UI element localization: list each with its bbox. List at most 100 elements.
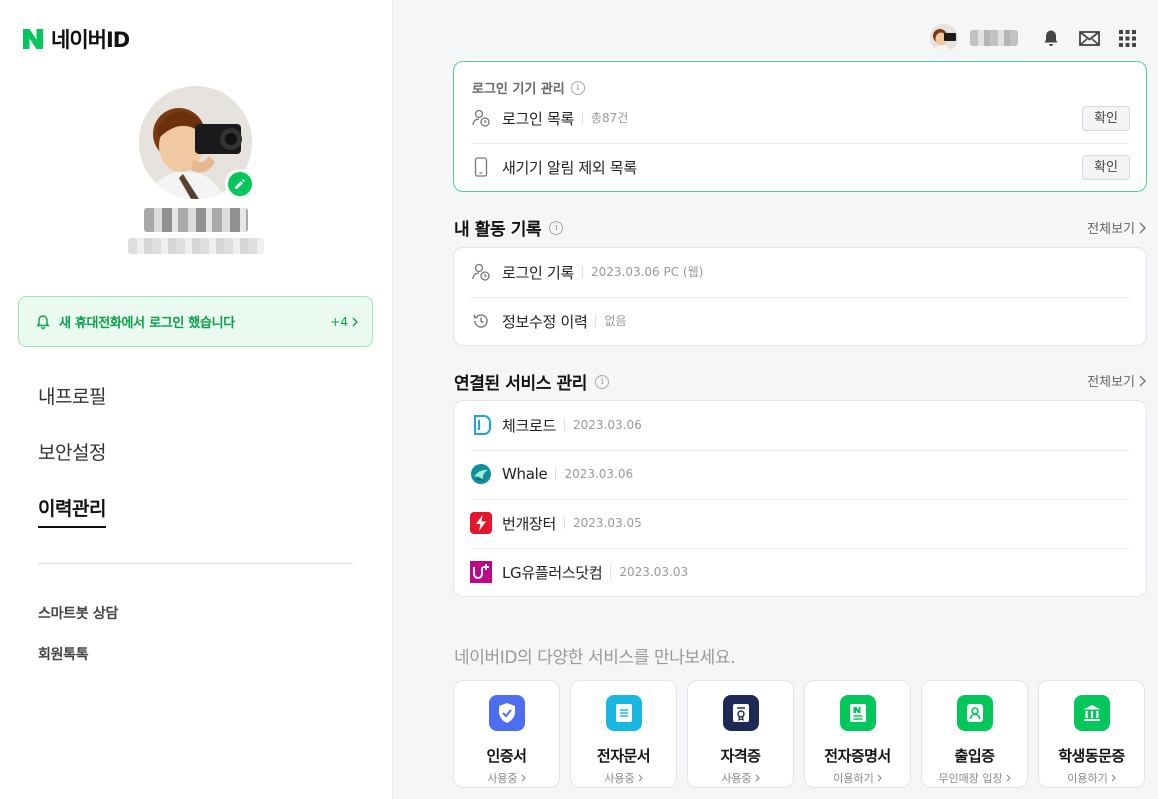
shield-check-icon <box>488 695 525 731</box>
school-building-icon <box>1073 695 1110 731</box>
tile-name: 전자증명서 <box>824 747 891 765</box>
user-history-icon <box>470 261 492 283</box>
whale-logo <box>470 463 492 485</box>
tile-alumni-card[interactable]: 학생동문증 이용하기 <box>1038 680 1145 788</box>
activity-section-title: 내 활동 기록 i <box>454 215 564 240</box>
tile-sub-text: 사용중 <box>604 772 635 785</box>
user-avatar[interactable] <box>930 24 958 52</box>
services-section-title: 연결된 서비스 관리 i <box>454 369 609 394</box>
view-all-label: 전체보기 <box>1087 375 1135 390</box>
notice-count-value: +4 <box>330 314 348 329</box>
service-row-whale[interactable]: Whale 2023.03.06 <box>470 450 1130 498</box>
nav-item-label: 이력관리 <box>38 496 106 528</box>
login-history-row[interactable]: 로그인 기록 2023.03.06 PC (웹) <box>470 248 1130 296</box>
document-icon <box>605 695 642 731</box>
tile-name: 학생동문증 <box>1058 747 1125 765</box>
blurred-username <box>144 208 248 232</box>
service-tiles: 인증서 사용중 전자문서 사용중 자격증 사용중 전자증명서 이용하기 출입증 … <box>453 680 1145 788</box>
service-row-checkroad[interactable]: 체크로드 2023.03.06 <box>470 401 1130 449</box>
sub-nav-talktalk[interactable]: 회원톡톡 <box>38 644 118 685</box>
bell-outline-icon <box>35 314 51 330</box>
chevron-right-icon <box>638 774 643 782</box>
tile-sub-text: 사용중 <box>487 772 518 785</box>
row-label: 로그인 기록 <box>502 263 574 282</box>
chevron-right-icon <box>877 774 882 782</box>
service-row-lguplus[interactable]: LG유플러스닷컴 2023.03.03 <box>470 548 1130 596</box>
chevron-right-icon <box>1111 774 1116 782</box>
phone-icon <box>470 156 492 178</box>
nav-item-my-profile[interactable]: 내프로필 <box>38 381 354 437</box>
login-list-row[interactable]: 로그인 목록 총87건 확인 <box>470 94 1130 142</box>
nav-divider <box>38 563 353 564</box>
pencil-icon <box>235 179 245 189</box>
sidebar: 네이버ID 새 휴대전화에서 로그인 했습니다 +4 내프로필 보안설정 이력관… <box>0 0 393 799</box>
confirm-button[interactable]: 확인 <box>1082 154 1130 180</box>
sub-nav-smartbot[interactable]: 스마트봇 상담 <box>38 603 118 644</box>
notice-text: 새 휴대전화에서 로그인 했습니다 <box>59 316 235 331</box>
tile-e-document[interactable]: 전자문서 사용중 <box>570 680 677 788</box>
services-view-all-link[interactable]: 전체보기 <box>1087 371 1146 390</box>
row-date: 2023.03.05 <box>564 517 642 529</box>
mail-icon[interactable] <box>1076 25 1102 51</box>
service-row-bunjang[interactable]: 번개장터 2023.03.05 <box>470 499 1130 547</box>
profile-avatar[interactable] <box>139 86 255 199</box>
new-device-exclusion-row[interactable]: 새기기 알림 제외 목록 확인 <box>470 143 1130 191</box>
tile-sub: 사용중 <box>721 770 760 786</box>
tile-name: 자격증 <box>720 747 761 765</box>
activity-view-all-link[interactable]: 전체보기 <box>1087 218 1146 237</box>
row-label: 로그인 목록 <box>502 109 574 128</box>
notice-count: +4 <box>330 315 358 329</box>
id-badge-icon <box>956 695 993 731</box>
info-icon[interactable]: i <box>594 374 609 389</box>
tile-sub: 이용하기 <box>1067 770 1116 786</box>
top-bar <box>930 24 1140 52</box>
services-promo-text: 네이버ID의 다양한 서비스를 만나보세요. <box>454 648 736 668</box>
info-icon[interactable]: i <box>570 80 585 95</box>
tile-sub: 이용하기 <box>833 770 882 786</box>
tile-sub-text: 이용하기 <box>833 772 874 785</box>
services-card: 체크로드 2023.03.06 Whale 2023.03.06 번개장터 20… <box>453 400 1147 597</box>
nav-item-history[interactable]: 이력관리 <box>38 493 354 549</box>
naver-document-icon <box>839 695 876 731</box>
row-label: 정보수정 이력 <box>502 312 588 331</box>
grid-menu-icon[interactable] <box>1114 25 1140 51</box>
tile-license[interactable]: 자격증 사용중 <box>687 680 794 788</box>
chevron-right-icon <box>1139 375 1146 386</box>
sub-nav: 스마트봇 상담 회원톡톡 <box>38 603 118 685</box>
row-label: 새기기 알림 제외 목록 <box>502 158 637 177</box>
tile-sub: 사용중 <box>604 770 643 786</box>
bunjang-logo <box>470 512 492 534</box>
row-label: 체크로드 <box>502 416 557 435</box>
row-label: Whale <box>502 465 548 483</box>
section-title-text: 연결된 서비스 관리 <box>454 374 587 394</box>
chevron-right-icon <box>352 317 358 326</box>
bell-icon[interactable] <box>1038 25 1064 51</box>
section-title-text: 내 활동 기록 <box>454 220 542 240</box>
chevron-right-icon <box>755 774 760 782</box>
info-icon[interactable]: i <box>549 220 564 235</box>
edit-profile-button[interactable] <box>225 169 255 199</box>
main-nav: 내프로필 보안설정 이력관리 <box>38 381 354 549</box>
user-history-icon <box>470 107 492 129</box>
confirm-button[interactable]: 확인 <box>1082 105 1130 131</box>
license-badge-icon <box>722 695 759 731</box>
nav-item-security[interactable]: 보안설정 <box>38 437 354 493</box>
row-label: 번개장터 <box>502 514 557 533</box>
new-login-notice[interactable]: 새 휴대전화에서 로그인 했습니다 +4 <box>18 296 373 347</box>
nav-item-label: 내프로필 <box>38 386 106 408</box>
logo-text: 네이버ID <box>51 28 130 52</box>
tile-name: 전자문서 <box>596 747 651 765</box>
naver-id-logo[interactable]: 네이버ID <box>22 24 130 54</box>
view-all-label: 전체보기 <box>1087 222 1135 237</box>
tile-access-pass[interactable]: 출입증 무인매장 입장 <box>921 680 1028 788</box>
row-date: 2023.03.06 <box>564 419 642 431</box>
blurred-email <box>128 238 264 254</box>
row-date: 2023.03.03 <box>610 566 688 578</box>
info-edit-history-row[interactable]: 정보수정 이력 없음 <box>470 297 1130 345</box>
lguplus-logo <box>470 561 492 583</box>
device-management-card: 로그인 기기 관리 i 로그인 목록 총87건 확인 새기기 알림 제외 목록 … <box>453 61 1147 192</box>
tile-e-certificate[interactable]: 전자증명서 이용하기 <box>804 680 911 788</box>
row-label: LG유플러스닷컴 <box>502 563 603 582</box>
tile-certificate[interactable]: 인증서 사용중 <box>453 680 560 788</box>
tile-sub: 무인매장 입장 <box>938 770 1011 786</box>
